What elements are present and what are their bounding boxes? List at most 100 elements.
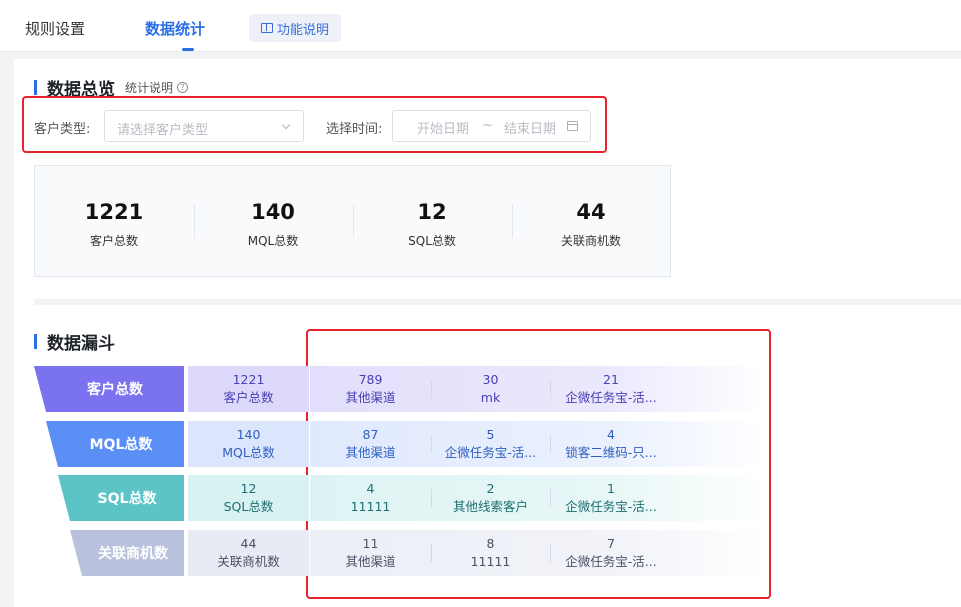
funnel-cell-value: 4 (366, 481, 375, 496)
funnel-channel-cell: 21 企微任务宝-活... (550, 366, 672, 412)
stat-mql-total: 140 MQL总数 (194, 166, 352, 278)
chevron-down-icon (281, 120, 291, 130)
funnel-cell-label: 企微任务宝-活... (565, 499, 657, 514)
funnel-cell-label: 其他渠道 (345, 445, 396, 460)
customer-type-placeholder: 请选择客户类型 (117, 123, 209, 138)
tab-data-statistics[interactable]: 数据统计 (145, 18, 205, 39)
stat-label: 客户总数 (89, 234, 138, 248)
funnel-cell-divider (550, 489, 551, 507)
funnel-stage: 关联商机数 (70, 530, 184, 576)
funnel-total-cell: 1221 客户总数 (188, 366, 309, 412)
funnel-cell-value: 4 (607, 427, 615, 442)
funnel-total-cell: 140 MQL总数 (188, 421, 309, 467)
funnel-channel-cell: 1 企微任务宝-活... (550, 475, 672, 521)
funnel-cell-label: 关联商机数 (217, 554, 280, 569)
section-separator (34, 299, 961, 305)
customer-type-select[interactable]: 请选择客户类型 (104, 110, 304, 142)
funnel-cell-label: 锁客二维码-只... (565, 445, 657, 460)
funnel-cell-label: 其他线索客户 (452, 499, 528, 514)
funnel-cell-value: 87 (362, 427, 379, 442)
stat-note-link[interactable]: 统计说明 ? (125, 79, 189, 96)
funnel-cell-divider (431, 435, 432, 453)
funnel-stage-label: 关联商机数 (98, 546, 168, 562)
stat-label: 关联商机数 (560, 234, 621, 248)
calendar-icon (567, 121, 578, 131)
stat-value: 140 (251, 200, 295, 224)
stat-value: 1221 (84, 200, 144, 224)
stat-sql-total: 12 SQL总数 (353, 166, 511, 278)
funnel-cell-label: 企微任务宝-活... (565, 390, 657, 405)
funnel-cell-label: 其他渠道 (345, 390, 396, 405)
funnel-cell-value: 30 (482, 372, 499, 387)
funnel-channel-cell: 4 锁客二维码-只... (550, 421, 672, 467)
funnel-total-cell: 44 关联商机数 (188, 530, 309, 576)
section-marker (34, 80, 37, 95)
funnel-cell-label: 11111 (350, 499, 391, 514)
funnel-channel-cell: 5 企微任务宝-活... (431, 421, 550, 467)
tab-rule-settings[interactable]: 规则设置 (25, 18, 85, 39)
funnel-cell-value: 11 (362, 536, 379, 551)
time-label: 选择时间: (326, 122, 383, 137)
funnel-header: 数据漏斗 (34, 329, 115, 354)
funnel-cell-value: 44 (240, 536, 257, 551)
stat-opportunity-total: 44 关联商机数 (512, 166, 670, 278)
end-date-input[interactable]: 结束日期 (504, 118, 556, 137)
date-range-picker[interactable]: 开始日期 ~ 结束日期 (392, 110, 591, 142)
funnel-stage-label: MQL总数 (89, 437, 153, 453)
funnel-title: 数据漏斗 (47, 334, 115, 354)
overview-stats-card: 1221 客户总数 140 MQL总数 12 SQL总数 44 关联商机数 (34, 165, 671, 277)
funnel-total-cell: 12 SQL总数 (188, 475, 309, 521)
funnel-channel-cell: 7 企微任务宝-活... (550, 530, 672, 576)
funnel-stage-label: SQL总数 (97, 491, 157, 507)
funnel-cell-divider (550, 544, 551, 562)
funnel-stage: SQL总数 (58, 475, 184, 521)
stat-customer-total: 1221 客户总数 (35, 166, 193, 278)
funnel-cell-divider (550, 380, 551, 398)
funnel-cell-value: 7 (607, 536, 615, 551)
funnel-cell-divider (550, 435, 551, 453)
funnel-stage: MQL总数 (46, 421, 184, 467)
funnel-cell-divider (431, 544, 432, 562)
funnel-cell-value: 8 (486, 536, 495, 551)
range-separator: ~ (482, 118, 493, 133)
funnel-cell-value: 789 (358, 372, 383, 387)
feature-help-button[interactable]: 功能说明 (249, 14, 341, 42)
funnel-cell-divider (431, 489, 432, 507)
customer-type-label: 客户类型: (34, 122, 91, 137)
funnel-cell-value: 1 (607, 481, 615, 496)
top-tab-bar: 规则设置 数据统计 功能说明 (0, 0, 961, 52)
funnel-cell-value: 5 (486, 427, 495, 442)
funnel-cell-divider (431, 380, 432, 398)
stat-value: 12 (417, 200, 447, 224)
funnel-cell-value: 140 (236, 427, 261, 442)
start-date-input[interactable]: 开始日期 (417, 118, 469, 137)
funnel-cell-value: 12 (240, 481, 257, 496)
funnel-cell-value: 2 (486, 481, 495, 496)
funnel-channel-cell: 2 其他线索客户 (431, 475, 550, 521)
funnel-cell-label: mk (480, 390, 501, 405)
funnel-stage: 客户总数 (34, 366, 184, 412)
question-icon[interactable]: ? (177, 82, 189, 93)
funnel-channel-cell: 87 其他渠道 (310, 421, 431, 467)
active-tab-indicator (182, 48, 194, 51)
stat-label: SQL总数 (408, 234, 456, 248)
funnel-channel-cell: 789 其他渠道 (310, 366, 431, 412)
funnel-cell-label: 企微任务宝-活... (565, 554, 657, 569)
section-marker (34, 334, 37, 349)
stat-value: 44 (576, 200, 606, 224)
funnel-cell-value: 21 (603, 372, 619, 387)
funnel-cell-value: 1221 (232, 372, 265, 387)
funnel-cell-label: 客户总数 (223, 390, 274, 405)
funnel-cell-label: 其他渠道 (345, 554, 396, 569)
stat-label: MQL总数 (247, 234, 299, 248)
funnel-cell-label: SQL总数 (223, 499, 274, 514)
funnel-cell-label: 企微任务宝-活... (444, 445, 537, 460)
funnel-cell-label: 11111 (470, 554, 511, 569)
feature-help-label: 功能说明 (276, 22, 329, 38)
book-icon (260, 23, 273, 33)
funnel-channel-cell: 4 11111 (310, 475, 431, 521)
funnel-cell-label: MQL总数 (222, 445, 275, 460)
funnel-channel-cell: 30 mk (431, 366, 550, 412)
funnel-stage-label: 客户总数 (87, 382, 143, 398)
funnel-channel-cell: 11 其他渠道 (310, 530, 431, 576)
